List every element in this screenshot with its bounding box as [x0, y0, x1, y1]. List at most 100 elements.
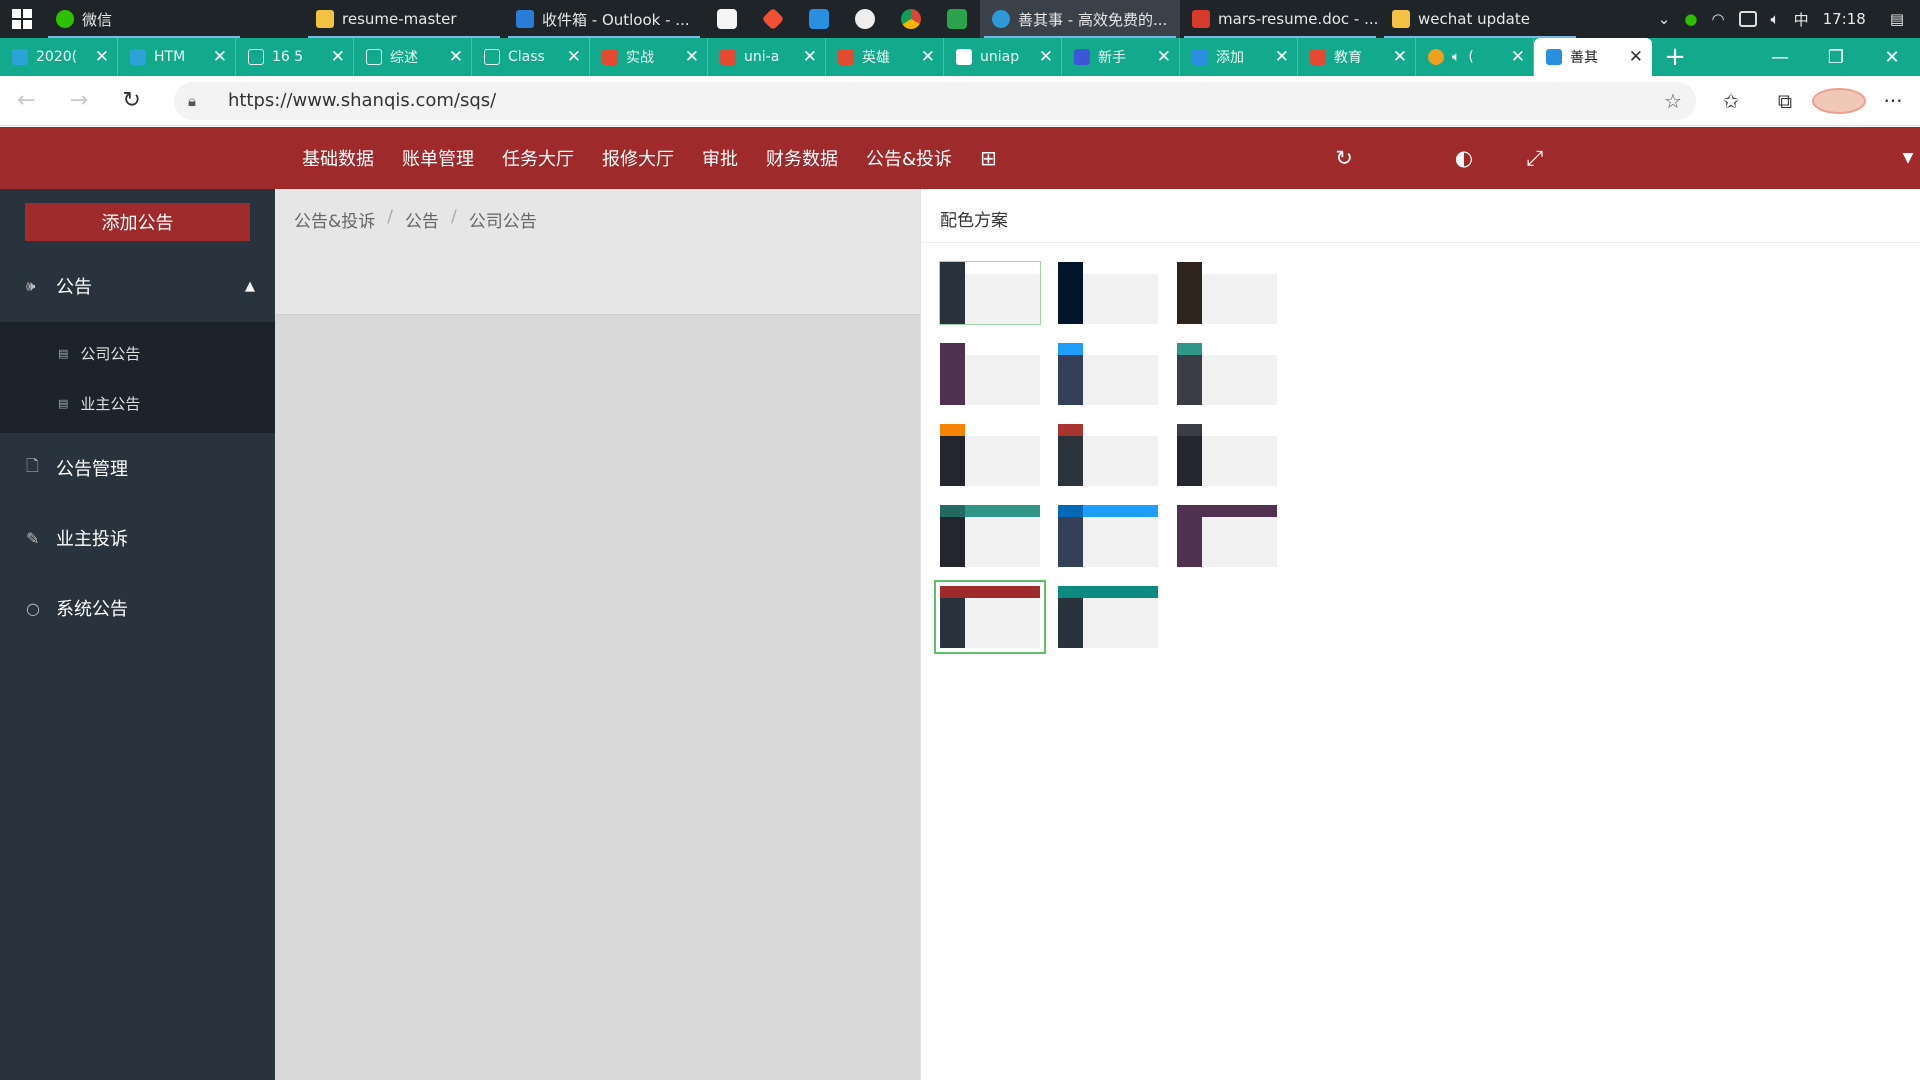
sidebar-item-notice-management[interactable]: 🗋︎ 公告管理 — [0, 439, 275, 497]
address-bar[interactable]: 🔒︎ https://www.shanqis.com/sqs/ ☆ — [173, 81, 1696, 120]
lock-icon[interactable]: 🔒︎ — [188, 92, 214, 110]
close-icon[interactable]: ✕ — [449, 47, 463, 67]
close-icon[interactable]: ✕ — [1039, 47, 1053, 67]
battery-icon[interactable] — [1738, 11, 1757, 27]
taskbar-pin-wechat-devtools[interactable] — [842, 0, 888, 38]
clock[interactable]: 17:18 — [1823, 10, 1866, 28]
color-scheme-option[interactable] — [1058, 505, 1158, 567]
menu-item-repairs[interactable]: 报修大厅 — [588, 127, 688, 189]
color-scheme-option[interactable] — [1058, 343, 1158, 405]
restore-icon[interactable]: ❐ — [1808, 38, 1864, 76]
taskbar-pin-vscode[interactable] — [796, 0, 842, 38]
close-icon[interactable]: ✕ — [1393, 47, 1407, 67]
start-button[interactable] — [0, 0, 44, 38]
close-icon[interactable]: ✕ — [213, 47, 227, 67]
taskbar-app-wps[interactable]: mars-resume.doc - ... — [1180, 0, 1380, 38]
color-scheme-option[interactable] — [940, 343, 1040, 405]
browser-tab[interactable]: 英雄 ✕ — [826, 38, 944, 76]
chevron-up-icon[interactable]: ⌄ — [1658, 10, 1671, 28]
menu-item-tasks[interactable]: 任务大厅 — [488, 127, 588, 189]
profile-button[interactable] — [1811, 87, 1866, 114]
close-icon[interactable]: ✕ — [921, 47, 935, 67]
browser-tab-active[interactable]: 善其 ✕ — [1534, 38, 1652, 76]
close-icon[interactable]: ✕ — [1157, 47, 1171, 67]
add-favorite-icon[interactable]: ☆ — [1664, 89, 1682, 113]
minimize-icon[interactable]: — — [1752, 38, 1808, 76]
color-scheme-option[interactable] — [1177, 424, 1277, 486]
favorites-icon[interactable]: ✩ — [1704, 89, 1758, 113]
color-scheme-option[interactable] — [1058, 262, 1158, 324]
close-icon[interactable]: ✕ — [95, 47, 109, 67]
color-scheme-option[interactable] — [934, 580, 1046, 654]
new-tab-button[interactable]: + — [1652, 38, 1698, 76]
browser-tab[interactable]: 综述 ✕ — [354, 38, 472, 76]
breadcrumb-item[interactable]: 公告 — [405, 207, 439, 232]
breadcrumb-item[interactable]: 公告&投诉 — [294, 207, 375, 232]
palette-icon[interactable]: ◐ — [1449, 146, 1479, 170]
close-icon[interactable]: ✕ — [803, 47, 817, 67]
volume-icon[interactable]: 🔈︎ — [1771, 10, 1780, 28]
sidebar-item-system-notice[interactable]: ○ 系统公告 — [0, 579, 275, 637]
sidebar-subitem-company-notice[interactable]: ▤ 公司公告 — [0, 328, 275, 378]
close-icon[interactable]: ✕ — [685, 47, 699, 67]
caret-down-icon[interactable]: ▼ — [1898, 150, 1918, 166]
browser-tab[interactable]: 添加 ✕ — [1180, 38, 1298, 76]
color-scheme-option[interactable] — [1058, 424, 1158, 486]
menu-item-bills[interactable]: 账单管理 — [388, 127, 488, 189]
close-icon[interactable]: ✕ — [331, 47, 345, 67]
taskbar-app-edge[interactable]: 善其事 - 高效免费的... — [980, 0, 1180, 38]
close-window-icon[interactable]: ✕ — [1864, 38, 1920, 76]
close-icon[interactable]: ✕ — [1629, 47, 1643, 67]
browser-tab[interactable]: uniap ✕ — [944, 38, 1062, 76]
menu-item-finance[interactable]: 财务数据 — [752, 127, 852, 189]
more-icon[interactable]: ··· — [1866, 89, 1920, 113]
color-scheme-option[interactable] — [1058, 586, 1158, 648]
close-icon[interactable]: ✕ — [1275, 47, 1289, 67]
browser-tab[interactable]: 新手 ✕ — [1062, 38, 1180, 76]
menu-item-notice-complaints[interactable]: 公告&投诉 — [852, 127, 966, 189]
back-icon[interactable]: ← — [0, 88, 53, 113]
browser-tab[interactable]: HTM ✕ — [118, 38, 236, 76]
browser-tab[interactable]: 2020(✕ — [0, 38, 118, 76]
taskbar-pin-git[interactable] — [750, 0, 796, 38]
browser-tab[interactable]: 🔈︎ (✕ — [1416, 38, 1534, 76]
reload-icon[interactable]: ↻ — [105, 88, 158, 113]
sidebar-item-owner-complaints[interactable]: ✎ 业主投诉 — [0, 509, 275, 567]
color-scheme-option[interactable] — [1177, 262, 1277, 324]
wifi-icon[interactable]: ◠ — [1711, 10, 1724, 28]
color-scheme-option[interactable] — [1177, 343, 1277, 405]
color-scheme-option[interactable] — [1177, 505, 1277, 567]
taskbar-app-outlook[interactable]: 收件箱 - Outlook - ... — [504, 0, 704, 38]
add-notice-button[interactable]: 添加公告 — [25, 203, 250, 241]
forward-icon[interactable]: → — [53, 88, 106, 113]
menu-item-approval[interactable]: 审批 — [688, 127, 752, 189]
browser-tab[interactable]: 16 5 ✕ — [236, 38, 354, 76]
browser-tab[interactable]: uni-a ✕ — [708, 38, 826, 76]
taskbar-app-folder[interactable]: resume-master — [304, 0, 504, 38]
browser-tab[interactable]: 教育 ✕ — [1298, 38, 1416, 76]
taskbar-app-folder-wechat-update[interactable]: wechat update — [1380, 0, 1580, 38]
browser-tab[interactable]: Class ✕ — [472, 38, 590, 76]
close-icon[interactable]: ✕ — [1511, 47, 1525, 67]
fullscreen-icon[interactable]: ⤢ — [1520, 146, 1550, 171]
taskbar-pin-chrome[interactable] — [888, 0, 934, 38]
taskbar-app-wechat[interactable]: 微信 — [44, 0, 244, 38]
grid-icon[interactable]: ⊞ — [966, 127, 1011, 189]
taskbar-pin-typora[interactable] — [704, 0, 750, 38]
wechat-tray-icon[interactable]: ● — [1684, 10, 1697, 28]
close-icon[interactable]: ✕ — [567, 47, 581, 67]
sidebar-group-notice[interactable]: 🕪︎ 公告 ▲ — [0, 257, 275, 315]
url-text[interactable]: https://www.shanqis.com/sqs/ — [214, 90, 1664, 111]
menu-item-basic-data[interactable]: 基础数据 — [288, 127, 388, 189]
color-scheme-option[interactable] — [940, 424, 1040, 486]
tab-audio-icon[interactable]: 🔈︎ — [1452, 49, 1460, 65]
notification-icon[interactable]: ▤ — [1890, 10, 1904, 28]
refresh-icon[interactable]: ↻ — [1329, 146, 1359, 170]
color-scheme-option[interactable] — [940, 505, 1040, 567]
taskbar-pin-hbuilder[interactable] — [934, 0, 980, 38]
browser-tab[interactable]: 实战 ✕ — [590, 38, 708, 76]
ime-indicator[interactable]: 中 — [1794, 9, 1809, 30]
sidebar-subitem-owner-notice[interactable]: ▤ 业主公告 — [0, 378, 275, 428]
collections-icon[interactable]: ⧉ — [1758, 89, 1812, 113]
color-scheme-option[interactable] — [939, 261, 1041, 325]
